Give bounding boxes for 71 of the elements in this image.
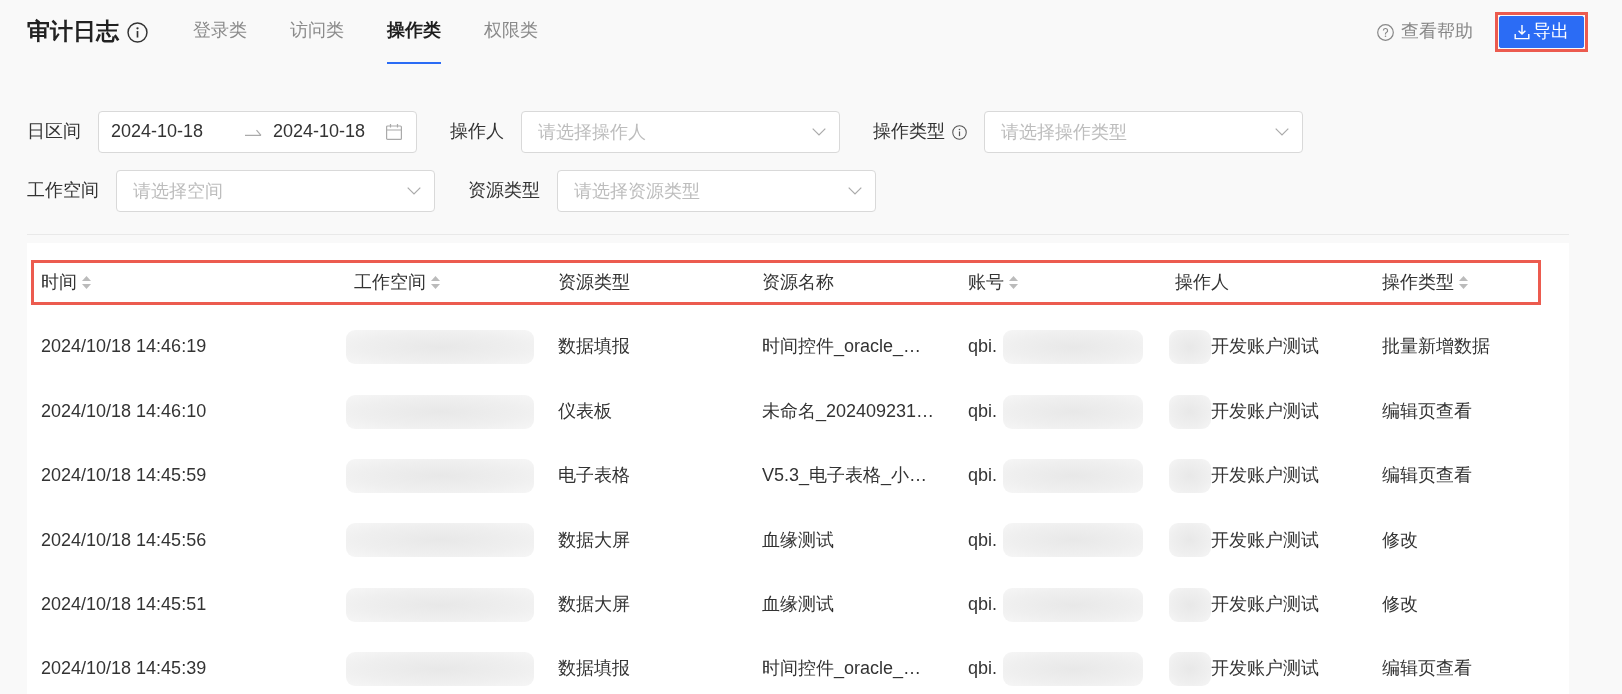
- cell-text: V5.3_电子表格_小…: [762, 465, 928, 487]
- cell-text: 2024/10/18 14:46:19: [41, 336, 207, 358]
- cell-text: 编辑页查看: [1382, 465, 1472, 487]
- column-header: 操作人: [1175, 271, 1230, 294]
- cell-text: 批量新增数据: [1382, 336, 1490, 358]
- cell-text: 编辑页查看: [1382, 658, 1472, 680]
- export-button[interactable]: 导出: [1499, 16, 1584, 48]
- sort-icon: [1009, 276, 1018, 289]
- chevron-down-icon: [1275, 128, 1289, 136]
- sort-icon: [431, 276, 440, 289]
- cell-text: 开发账户测试: [1211, 465, 1319, 487]
- column-header[interactable]: 账号: [968, 271, 1175, 294]
- cell-text: 修改: [1382, 529, 1418, 552]
- cell-text: qbi.: [968, 658, 998, 680]
- date-input[interactable]: 2024-10-18: [273, 121, 377, 143]
- filter-label: 工作空间: [27, 180, 99, 202]
- select-field[interactable]: 请选择操作人: [521, 111, 840, 153]
- cell-text: 修改: [1382, 593, 1418, 616]
- cell-text: 开发账户测试: [1211, 658, 1319, 680]
- cell-text: 未命名_202409231…: [762, 400, 935, 423]
- cell-text: 数据填报: [558, 658, 630, 680]
- column-header: 资源类型: [558, 271, 631, 294]
- date-input[interactable]: 2024-10-18: [111, 121, 215, 143]
- cell-text: 数据大屏: [558, 593, 630, 616]
- date-range-field[interactable]: 2024-10-18 2024-10-18: [98, 111, 417, 153]
- cell-text: 时间控件_oracle_…: [762, 336, 922, 358]
- select-field[interactable]: 请选择操作类型: [984, 111, 1303, 153]
- cell-text: 开发账户测试: [1211, 593, 1319, 616]
- cell-text: 编辑页查看: [1382, 400, 1472, 423]
- download-icon: [1514, 24, 1530, 40]
- select-field[interactable]: 请选择资源类型: [557, 170, 876, 212]
- cell-text: qbi.: [968, 529, 998, 552]
- cell-text: 2024/10/18 14:45:56: [41, 529, 207, 552]
- cell-text: 时间控件_oracle_…: [762, 658, 922, 680]
- cell-text: 开发账户测试: [1211, 336, 1319, 358]
- cell-text: 开发账户测试: [1211, 529, 1319, 552]
- column-header[interactable]: 操作类型: [1382, 271, 1538, 294]
- filter-label: 操作类型: [873, 121, 945, 143]
- sort-icon: [1459, 276, 1468, 289]
- cell-text: qbi.: [968, 400, 998, 423]
- filter-label: 资源类型: [468, 180, 540, 202]
- cell-text: 2024/10/18 14:45:51: [41, 593, 207, 616]
- tab[interactable]: 操作类: [387, 0, 441, 64]
- arrow-right-icon: [245, 128, 262, 136]
- page-title: 审计日志: [27, 18, 119, 46]
- cell-text: 数据大屏: [558, 529, 630, 552]
- cell-text: 血缘测试: [762, 529, 834, 552]
- chevron-down-icon: [848, 187, 862, 195]
- cell-text: qbi.: [968, 593, 998, 616]
- info-icon: [127, 21, 148, 43]
- cell-text: 开发账户测试: [1211, 400, 1319, 423]
- calendar-icon: [386, 124, 402, 140]
- cell-text: 2024/10/18 14:45:59: [41, 465, 207, 487]
- cell-text: qbi.: [968, 465, 998, 487]
- cell-text: 2024/10/18 14:46:10: [41, 400, 207, 423]
- cell-text: 2024/10/18 14:45:39: [41, 658, 207, 680]
- help-icon: [1377, 23, 1394, 41]
- filter-label: 日区间: [27, 121, 81, 143]
- select-field[interactable]: 请选择空间: [116, 170, 435, 212]
- cell-text: 数据填报: [558, 336, 630, 358]
- chevron-down-icon: [812, 128, 826, 136]
- cell-text: 仪表板: [558, 400, 612, 423]
- cell-text: qbi.: [968, 336, 998, 358]
- filter-label: 操作人: [450, 121, 504, 143]
- cell-text: 血缘测试: [762, 593, 834, 616]
- cell-text: 电子表格: [558, 465, 630, 487]
- sort-icon: [82, 276, 91, 289]
- column-header[interactable]: 时间: [41, 271, 354, 294]
- chevron-down-icon: [407, 187, 421, 195]
- column-header: 资源名称: [762, 271, 835, 294]
- column-header[interactable]: 工作空间: [354, 271, 558, 294]
